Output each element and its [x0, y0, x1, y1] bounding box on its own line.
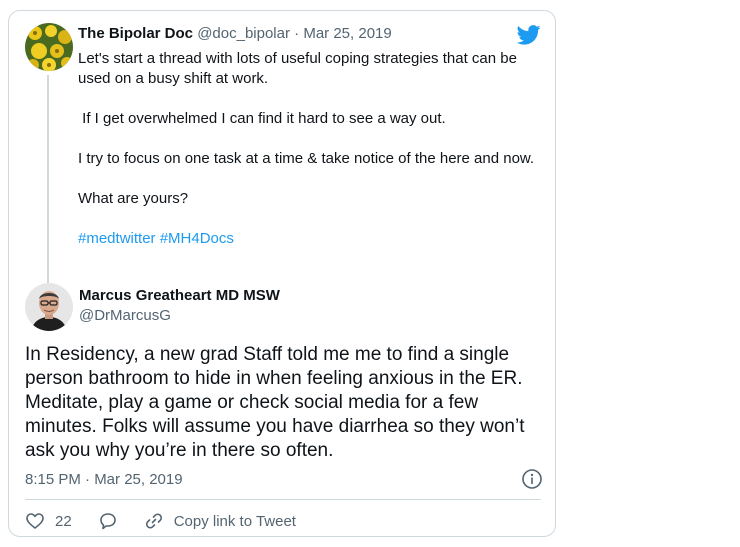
header-separator: ·	[289, 25, 304, 42]
parent-paragraph: What are yours?	[78, 190, 189, 207]
parent-paragraph: I try to focus on one task at a time & t…	[78, 150, 535, 167]
parent-author-avatar[interactable]	[25, 23, 73, 71]
parent-tweet-date[interactable]: Mar 25, 2019	[303, 25, 391, 42]
reply-bubble-icon	[99, 513, 116, 530]
main-author-name[interactable]: Marcus Greatheart MD MSW	[79, 287, 280, 304]
divider	[25, 499, 541, 500]
main-author-handle[interactable]: @DrMarcusG	[79, 307, 171, 324]
heart-icon	[26, 513, 44, 529]
info-icon[interactable]	[521, 468, 543, 490]
thread-connector-line	[47, 75, 49, 287]
tweet-timestamp[interactable]: 8:15 PM · Mar 25, 2019	[25, 471, 183, 488]
copy-link-button[interactable]: Copy link to Tweet	[144, 511, 296, 531]
link-icon	[145, 513, 162, 529]
reply-button[interactable]	[98, 511, 118, 531]
main-author-avatar[interactable]	[25, 283, 73, 331]
like-button[interactable]: 22	[25, 511, 98, 531]
parent-tweet-text: Let's start a thread with lots of useful…	[78, 49, 540, 249]
embedded-tweet-card: The Bipolar Doc @doc_bipolar · Mar 25, 2…	[8, 10, 556, 537]
hashtag-link[interactable]: #medtwitter	[78, 230, 156, 247]
twitter-bird-icon[interactable]	[516, 25, 541, 45]
copy-link-label: Copy link to Tweet	[173, 512, 296, 530]
parent-hashtags: #medtwitter #MH4Docs	[78, 229, 540, 249]
like-count: 22	[55, 512, 72, 530]
parent-tweet-header: The Bipolar Doc @doc_bipolar · Mar 25, 2…	[78, 25, 392, 42]
parent-author-name[interactable]: The Bipolar Doc	[78, 25, 193, 42]
tweet-actions-bar: 22 Copy link to Tweet	[25, 511, 296, 531]
parent-paragraph: If I get overwhelmed I can find it hard …	[78, 110, 446, 127]
parent-author-handle[interactable]: @doc_bipolar	[197, 25, 290, 42]
parent-paragraph: Let's start a thread with lots of useful…	[78, 50, 517, 87]
main-tweet-text: In Residency, a new grad Staff told me m…	[25, 344, 525, 461]
hashtag-link[interactable]: #MH4Docs	[160, 230, 234, 247]
